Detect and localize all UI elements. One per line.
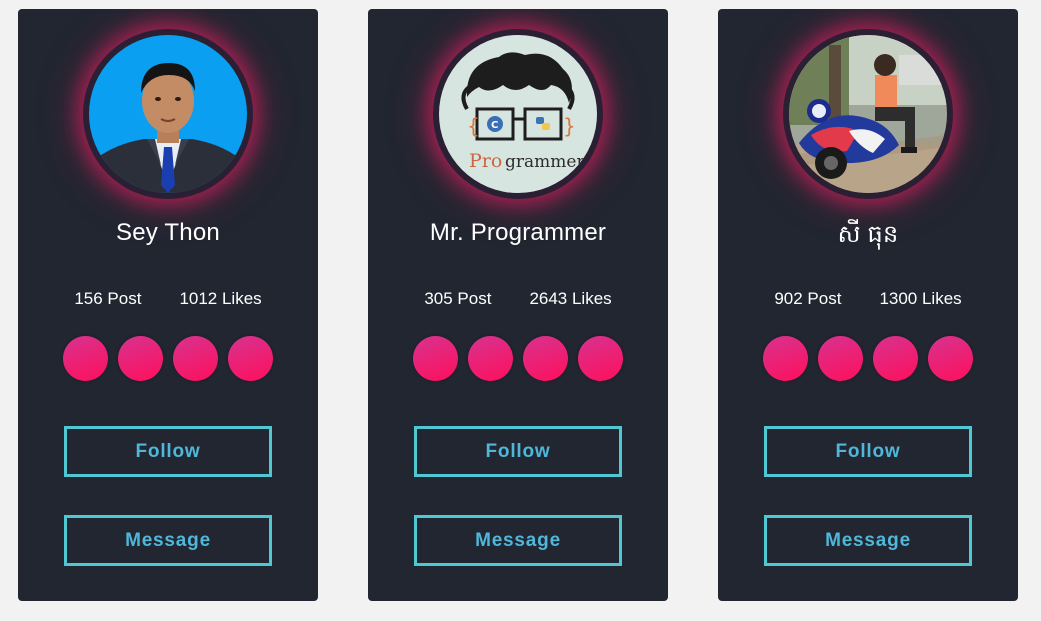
post-count: 902 Post [774,289,842,308]
message-button[interactable]: Message [64,515,272,566]
profile-stats: 305 Post 2643 Likes [368,289,668,309]
social-icon-1[interactable] [413,336,458,381]
likes-count: 1300 Likes [879,289,962,308]
social-links [63,336,273,381]
profile-stats: 156 Post 1012 Likes [18,289,318,309]
social-links [413,336,623,381]
post-count: 305 Post [424,289,492,308]
social-icon-2[interactable] [818,336,863,381]
message-button[interactable]: Message [764,515,972,566]
follow-button[interactable]: Follow [64,426,272,477]
social-icon-3[interactable] [873,336,918,381]
social-icon-2[interactable] [468,336,513,381]
likes-count: 1012 Likes [179,289,262,308]
profile-name: Sey Thon [116,219,220,246]
avatar [89,35,247,193]
avatar-photo-motorbike [789,35,947,193]
avatar: { } C Pro grammer [439,35,597,193]
svg-text:grammer: grammer [505,152,585,172]
svg-text:{: { [467,114,480,138]
avatar-programmer-logo: { } C Pro grammer [439,35,597,193]
profile-card: Sey Thon 156 Post 1012 Likes Follow Mess… [18,9,318,601]
avatar-frame [783,29,953,199]
post-count: 156 Post [74,289,142,308]
profile-card: សី ធុន 902 Post 1300 Likes Follow Messag… [718,9,1018,601]
svg-text:}: } [563,114,576,138]
social-icon-3[interactable] [523,336,568,381]
avatar-frame: { } C Pro grammer [433,29,603,199]
svg-text:C: C [491,120,498,131]
message-button[interactable]: Message [414,515,622,566]
social-icon-1[interactable] [763,336,808,381]
social-icon-4[interactable] [228,336,273,381]
avatar [789,35,947,193]
svg-text:Pro: Pro [469,150,502,172]
profile-cards: Sey Thon 156 Post 1012 Likes Follow Mess… [0,0,1041,621]
social-icon-2[interactable] [118,336,163,381]
follow-button[interactable]: Follow [414,426,622,477]
social-icon-4[interactable] [578,336,623,381]
profile-stats: 902 Post 1300 Likes [718,289,1018,309]
avatar-photo-man-suit [89,35,247,193]
social-icon-1[interactable] [63,336,108,381]
social-icon-3[interactable] [173,336,218,381]
social-links [763,336,973,381]
likes-count: 2643 Likes [529,289,612,308]
avatar-frame [83,29,253,199]
follow-button[interactable]: Follow [764,426,972,477]
social-icon-4[interactable] [928,336,973,381]
profile-name: Mr. Programmer [429,219,607,246]
profile-name: សី ធុន [837,221,899,248]
profile-card: { } C Pro grammer Mr. Programmer 305 Pos… [368,9,668,601]
